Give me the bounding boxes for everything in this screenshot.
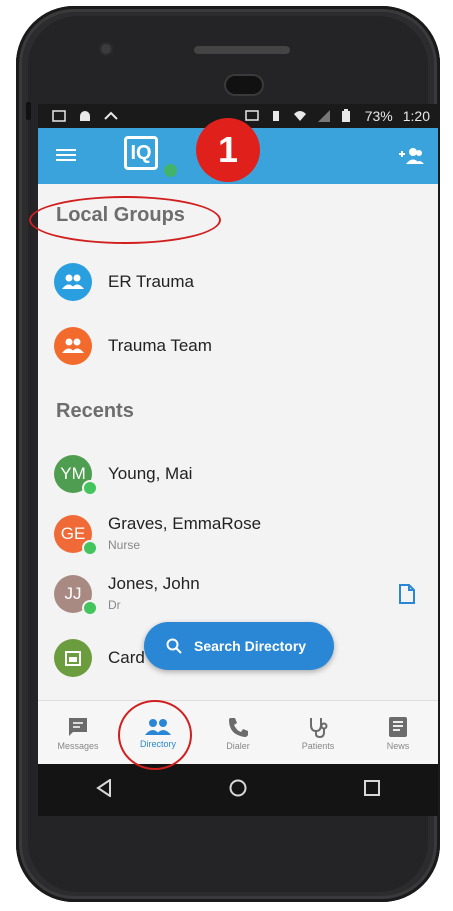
clock: 1:20 — [402, 108, 430, 124]
battery-percent: 73% — [364, 108, 393, 124]
presence-indicator — [82, 480, 98, 496]
phone-icon — [229, 717, 248, 737]
missed-call-icon — [104, 109, 118, 123]
battery-icon — [341, 109, 355, 123]
group-row-trauma-team[interactable]: Trauma Team — [38, 318, 438, 374]
recent-row-jones-john[interactable]: JJ Jones, John Dr — [38, 566, 438, 622]
recent-row-graves-emmarose[interactable]: GE Graves, EmmaRose Nurse — [38, 506, 438, 562]
news-icon — [389, 716, 407, 737]
annotation-circle-directory — [118, 700, 192, 770]
group-name: Trauma Team — [108, 336, 212, 355]
nav-news[interactable]: News — [358, 701, 438, 764]
back-icon[interactable] — [96, 777, 112, 802]
contact-role: Nurse — [108, 538, 141, 552]
cast-icon — [244, 109, 259, 123]
app-logo: IQ — [124, 136, 158, 170]
system-navigation-bar — [38, 764, 438, 816]
step-number-badge: 1 — [196, 118, 260, 182]
contact-name: Card — [108, 648, 145, 667]
contact-name: Jones, John — [108, 574, 200, 593]
people-icon — [62, 338, 84, 353]
vibrate-icon — [269, 109, 283, 123]
group-name: ER Trauma — [108, 272, 194, 291]
bottom-navigation: Messages Directory Dialer Patients News — [38, 700, 438, 764]
earpiece — [226, 76, 262, 94]
wifi-icon — [293, 109, 307, 123]
message-icon — [69, 717, 87, 736]
search-icon — [166, 638, 182, 654]
nav-patients[interactable]: Patients — [278, 701, 358, 764]
presence-indicator — [82, 540, 98, 556]
calendar-icon — [65, 651, 81, 666]
recents-icon[interactable] — [363, 779, 380, 801]
nav-messages[interactable]: Messages — [38, 701, 118, 764]
group-row-er-trauma[interactable]: ER Trauma — [38, 254, 438, 310]
stethoscope-icon — [310, 717, 328, 738]
presence-indicator — [82, 600, 98, 616]
side-button — [26, 102, 31, 120]
document-icon[interactable] — [398, 584, 416, 609]
contact-name: Young, Mai — [108, 464, 193, 483]
home-icon[interactable] — [229, 779, 247, 802]
people-icon — [62, 274, 84, 289]
speaker-grille — [194, 46, 290, 54]
menu-icon[interactable] — [56, 146, 76, 166]
calendar-avatar — [54, 639, 92, 677]
nav-dialer[interactable]: Dialer — [198, 701, 278, 764]
search-directory-label: Search Directory — [194, 638, 307, 654]
signal-icon — [317, 109, 331, 123]
search-directory-button[interactable]: Search Directory — [144, 622, 334, 670]
android-icon — [78, 109, 92, 123]
group-avatar — [54, 327, 92, 365]
group-avatar — [54, 263, 92, 301]
notification-icon — [52, 109, 66, 123]
recent-row-young-mai[interactable]: YM Young, Mai — [38, 446, 438, 502]
front-camera — [101, 44, 111, 54]
contact-role: Dr — [108, 598, 121, 612]
contact-name: Graves, EmmaRose — [108, 514, 262, 533]
recents-heading: Recents — [56, 400, 134, 422]
annotation-circle-local-groups — [29, 196, 221, 244]
presence-dot — [162, 162, 179, 179]
add-group-icon[interactable] — [398, 146, 424, 166]
